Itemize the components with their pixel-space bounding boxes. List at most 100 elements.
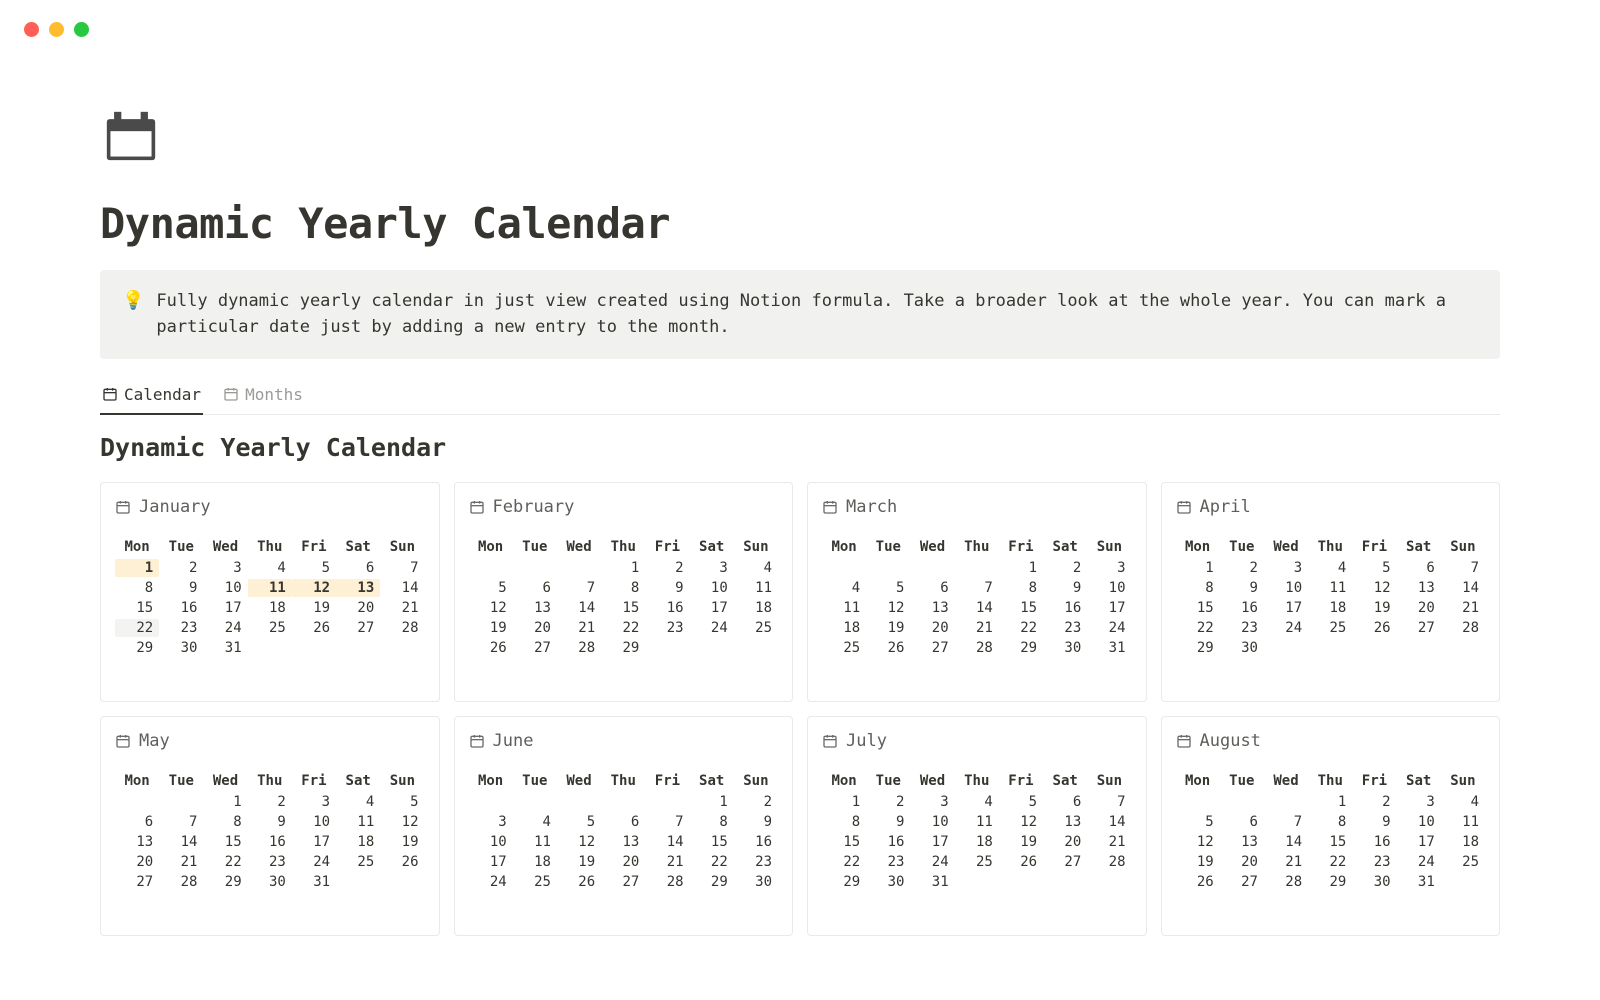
day-cell[interactable]: 29 — [115, 639, 159, 657]
day-cell[interactable]: 22 — [601, 619, 645, 637]
day-cell[interactable]: 27 — [1397, 619, 1441, 637]
month-card[interactable]: AugustMonTueWedThuFriSatSun1234567891011… — [1161, 716, 1501, 936]
day-cell[interactable]: 8 — [1176, 579, 1220, 597]
day-cell[interactable]: 15 — [115, 599, 159, 617]
day-cell[interactable]: 4 — [822, 579, 866, 597]
day-cell[interactable]: 31 — [1087, 639, 1131, 657]
day-cell[interactable]: 18 — [1308, 599, 1352, 617]
day-cell[interactable]: 23 — [645, 619, 689, 637]
day-cell[interactable]: 15 — [822, 833, 866, 851]
day-cell[interactable]: 3 — [292, 793, 336, 811]
day-cell[interactable]: 27 — [1043, 853, 1087, 871]
day-cell[interactable]: 3 — [690, 559, 734, 577]
day-cell[interactable]: 23 — [159, 619, 203, 637]
day-cell[interactable]: 21 — [1087, 833, 1131, 851]
day-cell[interactable]: 17 — [292, 833, 336, 851]
day-cell[interactable]: 28 — [645, 873, 689, 891]
day-cell[interactable]: 29 — [1176, 639, 1220, 657]
day-cell[interactable]: 9 — [734, 813, 778, 831]
day-cell[interactable]: 7 — [645, 813, 689, 831]
day-cell[interactable]: 9 — [1352, 813, 1396, 831]
day-cell[interactable]: 16 — [159, 599, 203, 617]
day-cell[interactable]: 26 — [292, 619, 336, 637]
day-cell[interactable]: 6 — [1397, 559, 1441, 577]
day-cell[interactable]: 2 — [866, 793, 910, 811]
day-cell[interactable]: 2 — [248, 793, 292, 811]
month-card[interactable]: MarchMonTueWedThuFriSatSun12345678910111… — [807, 482, 1147, 702]
day-cell[interactable]: 3 — [469, 813, 513, 831]
day-cell[interactable]: 8 — [601, 579, 645, 597]
day-cell[interactable]: 20 — [1220, 853, 1264, 871]
day-cell[interactable]: 20 — [1397, 599, 1441, 617]
day-cell[interactable]: 27 — [1220, 873, 1264, 891]
tab-months[interactable]: Months — [221, 379, 305, 414]
day-cell[interactable]: 12 — [292, 579, 336, 597]
day-cell[interactable]: 18 — [734, 599, 778, 617]
day-cell[interactable]: 16 — [866, 833, 910, 851]
day-cell[interactable]: 31 — [292, 873, 336, 891]
day-cell[interactable]: 11 — [822, 599, 866, 617]
day-cell[interactable]: 20 — [601, 853, 645, 871]
day-cell[interactable]: 9 — [1220, 579, 1264, 597]
day-cell[interactable]: 9 — [645, 579, 689, 597]
day-cell[interactable]: 20 — [115, 853, 159, 871]
day-cell[interactable]: 8 — [115, 579, 159, 597]
day-cell[interactable]: 25 — [248, 619, 292, 637]
day-cell[interactable]: 19 — [1352, 599, 1396, 617]
day-cell[interactable]: 21 — [1264, 853, 1308, 871]
day-cell[interactable]: 18 — [513, 853, 557, 871]
day-cell[interactable]: 10 — [292, 813, 336, 831]
day-cell[interactable]: 2 — [159, 559, 203, 577]
day-cell[interactable]: 25 — [822, 639, 866, 657]
day-cell[interactable]: 11 — [955, 813, 999, 831]
day-cell[interactable]: 24 — [1087, 619, 1131, 637]
day-cell[interactable]: 24 — [292, 853, 336, 871]
day-cell[interactable]: 15 — [999, 599, 1043, 617]
day-cell[interactable]: 20 — [910, 619, 954, 637]
day-cell[interactable]: 19 — [557, 853, 601, 871]
day-cell[interactable]: 9 — [248, 813, 292, 831]
day-cell[interactable]: 10 — [203, 579, 247, 597]
day-cell[interactable]: 12 — [380, 813, 424, 831]
day-cell[interactable]: 7 — [1441, 559, 1485, 577]
day-cell[interactable]: 19 — [469, 619, 513, 637]
day-cell[interactable]: 6 — [601, 813, 645, 831]
day-cell[interactable]: 17 — [910, 833, 954, 851]
day-cell[interactable]: 10 — [469, 833, 513, 851]
day-cell[interactable]: 15 — [690, 833, 734, 851]
day-cell[interactable]: 25 — [1441, 853, 1485, 871]
day-cell[interactable]: 27 — [115, 873, 159, 891]
day-cell[interactable]: 17 — [203, 599, 247, 617]
day-cell[interactable]: 4 — [513, 813, 557, 831]
day-cell[interactable]: 18 — [955, 833, 999, 851]
day-cell[interactable]: 18 — [822, 619, 866, 637]
day-cell[interactable]: 15 — [1308, 833, 1352, 851]
day-cell[interactable]: 12 — [557, 833, 601, 851]
day-cell[interactable]: 26 — [469, 639, 513, 657]
day-cell[interactable]: 13 — [910, 599, 954, 617]
day-cell[interactable]: 29 — [690, 873, 734, 891]
day-cell[interactable]: 22 — [1176, 619, 1220, 637]
day-cell[interactable]: 26 — [999, 853, 1043, 871]
day-cell[interactable]: 29 — [1308, 873, 1352, 891]
day-cell[interactable]: 30 — [866, 873, 910, 891]
day-cell[interactable]: 19 — [999, 833, 1043, 851]
day-cell[interactable]: 24 — [469, 873, 513, 891]
day-cell[interactable]: 6 — [115, 813, 159, 831]
day-cell[interactable]: 8 — [999, 579, 1043, 597]
day-cell[interactable]: 23 — [866, 853, 910, 871]
day-cell[interactable]: 28 — [557, 639, 601, 657]
day-cell[interactable]: 17 — [1264, 599, 1308, 617]
day-cell[interactable]: 23 — [1043, 619, 1087, 637]
day-cell[interactable]: 15 — [203, 833, 247, 851]
tab-calendar[interactable]: Calendar — [100, 379, 203, 414]
day-cell[interactable]: 5 — [999, 793, 1043, 811]
day-cell[interactable]: 7 — [1264, 813, 1308, 831]
day-cell[interactable]: 19 — [380, 833, 424, 851]
day-cell[interactable]: 27 — [513, 639, 557, 657]
day-cell[interactable]: 7 — [1087, 793, 1131, 811]
day-cell[interactable]: 6 — [336, 559, 380, 577]
day-cell[interactable]: 13 — [1397, 579, 1441, 597]
day-cell[interactable]: 1 — [1308, 793, 1352, 811]
day-cell[interactable]: 8 — [822, 813, 866, 831]
